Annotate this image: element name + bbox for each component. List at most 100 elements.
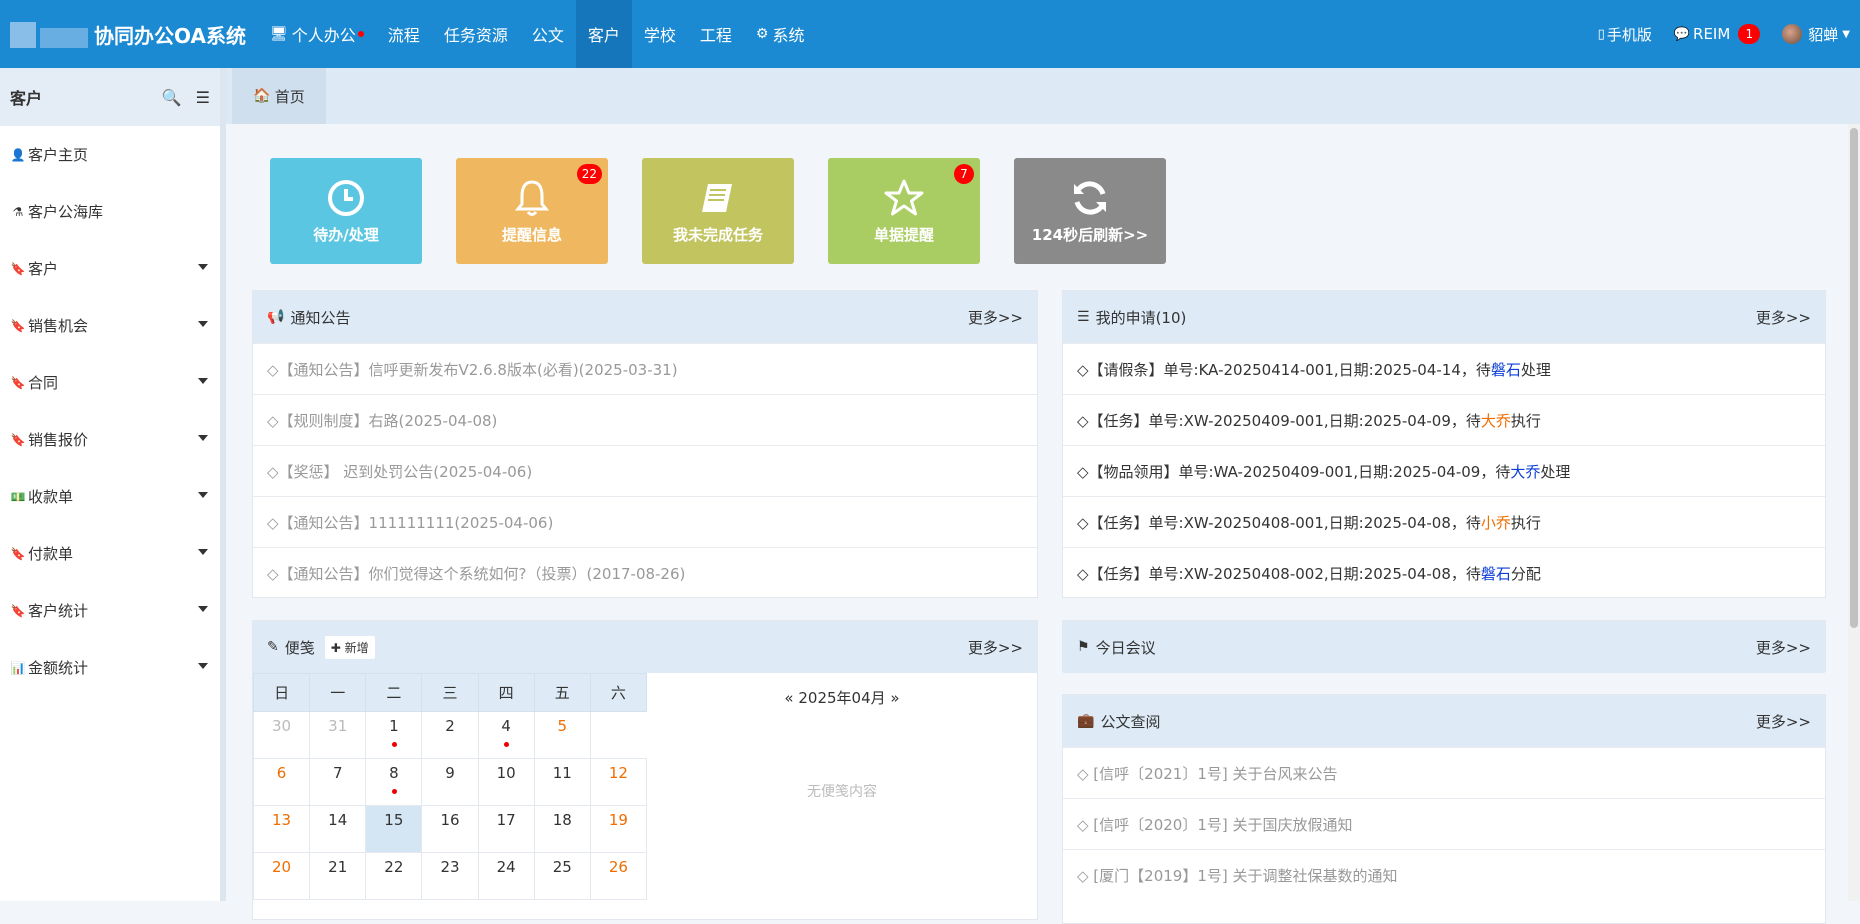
next-month-button[interactable]: »: [890, 689, 899, 707]
calendar-day[interactable]: 11: [533, 758, 591, 806]
sidebar-item-customer-pool[interactable]: ⚗ 客户公海库: [0, 183, 220, 240]
calendar-day[interactable]: 13: [252, 805, 311, 853]
sidebar-item-quotation[interactable]: 🔖 销售报价: [0, 411, 220, 468]
my-application-more-link[interactable]: 更多>>: [1756, 307, 1811, 328]
meeting-panel-header: ⚑ 今日会议 更多>>: [1063, 621, 1825, 673]
calendar-day-today[interactable]: 15: [365, 805, 423, 853]
calendar-day[interactable]: 12: [589, 758, 648, 806]
tab-home[interactable]: 🏠 首页: [232, 68, 326, 124]
calendar-day[interactable]: 4: [477, 711, 535, 759]
nav-item-system[interactable]: ⚙ 系统: [744, 0, 817, 68]
notice-item[interactable]: ◇【规则制度】右路(2025-04-08): [253, 394, 1037, 445]
main-nav: 🖥 个人办公 流程 任务资源 公文 客户 学校 工程 ⚙ 系统: [258, 0, 816, 68]
nav-item-task-resource[interactable]: 任务资源: [432, 0, 520, 68]
calendar-day[interactable]: 10: [477, 758, 535, 806]
notice-item[interactable]: ◇【奖惩】 迟到处罚公告(2025-04-06): [253, 445, 1037, 496]
sidebar-item-receipt[interactable]: 💵 收款单: [0, 468, 220, 525]
calendar-day[interactable]: 21: [309, 852, 367, 900]
calendar-day[interactable]: 22: [365, 852, 423, 900]
weekday-header: 五: [533, 673, 591, 712]
weekday-header: 二: [365, 673, 423, 712]
notice-panel: 📢 通知公告 更多>> ◇【通知公告】信呼更新发布V2.6.8版本(必看)(20…: [252, 290, 1038, 598]
calendar-day[interactable]: 2: [421, 711, 479, 759]
prev-month-button[interactable]: «: [784, 689, 793, 707]
nav-item-project[interactable]: 工程: [688, 0, 744, 68]
gear-icon: ⚙: [755, 26, 769, 42]
application-item[interactable]: ◇【任务】单号:XW-20250408-001,日期:2025-04-08，待小…: [1063, 496, 1825, 547]
refresh-icon: [1074, 180, 1106, 215]
caret-down-icon: [198, 663, 208, 669]
calendar-day[interactable]: 30: [252, 711, 311, 759]
application-item[interactable]: ◇【物品领用】单号:WA-20250409-001,日期:2025-04-09，…: [1063, 445, 1825, 496]
nav-item-personal[interactable]: 🖥 个人办公: [258, 0, 376, 68]
calendar-day[interactable]: 16: [421, 805, 479, 853]
sidebar-item-customer-home[interactable]: 👤 客户主页: [0, 126, 220, 183]
document-item[interactable]: ◇ [信呼〔2021〕1号] 关于台风来公告: [1063, 747, 1825, 798]
calendar-day[interactable]: 8: [365, 758, 423, 806]
sidebar: 客户 🔍 ☰ 👤 客户主页 ⚗ 客户公海库 🔖 客户 🔖 销售机会 🔖 合同 🔖 销售报价 …: [0, 68, 226, 901]
app-title: 协同办公OA系统: [94, 23, 246, 48]
mobile-version-link[interactable]: ▯ 手机版: [1598, 24, 1652, 45]
calendar-day[interactable]: 9: [421, 758, 479, 806]
tile-todo[interactable]: 待办/处理: [270, 158, 422, 264]
application-item[interactable]: ◇【任务】单号:XW-20250408-002,日期:2025-04-08，待磐…: [1063, 547, 1825, 598]
calendar-day[interactable]: 23: [421, 852, 479, 900]
document-item[interactable]: ◇ [厦门【2019】1号] 关于调整社保基数的通知: [1063, 849, 1825, 900]
nav-item-flow[interactable]: 流程: [376, 0, 432, 68]
add-memo-button[interactable]: ✚ 新增: [324, 635, 375, 659]
calendar-day[interactable]: 31: [309, 711, 367, 759]
meeting-panel: ⚑ 今日会议 更多>>: [1062, 620, 1826, 673]
notice-item[interactable]: ◇【通知公告】你们觉得这个系统如何?（投票）(2017-08-26): [253, 547, 1037, 598]
calendar-day[interactable]: 7: [309, 758, 367, 806]
calendar-day[interactable]: 20: [252, 852, 311, 900]
calendar-day[interactable]: 1: [365, 711, 423, 759]
book-icon: [702, 183, 732, 212]
calendar-day[interactable]: 5: [533, 711, 591, 759]
nav-item-document[interactable]: 公文: [520, 0, 576, 68]
calendar-day[interactable]: 14: [309, 805, 367, 853]
calendar-day[interactable]: 25: [533, 852, 591, 900]
tile-document-reminders[interactable]: 单据提醒 7: [828, 158, 980, 264]
application-item[interactable]: ◇【任务】单号:XW-20250409-001,日期:2025-04-09，待大…: [1063, 394, 1825, 445]
meeting-more-link[interactable]: 更多>>: [1756, 637, 1811, 658]
document-item[interactable]: ◇ [信呼〔2020〕1号] 关于国庆放假通知: [1063, 798, 1825, 849]
documents-more-link[interactable]: 更多>>: [1756, 711, 1811, 732]
calendar-day[interactable]: 19: [589, 805, 648, 853]
tile-unfinished-tasks[interactable]: 我未完成任务: [642, 158, 794, 264]
caret-down-icon: [198, 549, 208, 555]
notice-item[interactable]: ◇【通知公告】信呼更新发布V2.6.8版本(必看)(2025-03-31): [253, 343, 1037, 394]
bookmark-icon: 🔖: [10, 318, 26, 333]
memo-more-link[interactable]: 更多>>: [968, 637, 1023, 658]
nav-item-customer[interactable]: 客户: [575, 0, 632, 68]
flag-icon: ⚑: [1077, 639, 1090, 655]
weekday-header: 一: [309, 673, 367, 712]
sidebar-item-amount-stats[interactable]: 📊 金额统计: [0, 639, 220, 696]
calendar-day[interactable]: 17: [477, 805, 535, 853]
calendar-day[interactable]: 24: [477, 852, 535, 900]
calendar-day[interactable]: 6: [252, 758, 311, 806]
calendar-day[interactable]: 18: [533, 805, 591, 853]
sidebar-item-customer[interactable]: 🔖 客户: [0, 240, 220, 297]
notification-dot: [357, 31, 364, 37]
nav-item-school[interactable]: 学校: [632, 0, 688, 68]
menu-icon[interactable]: ☰: [196, 88, 210, 107]
tile-refresh[interactable]: 124秒后刷新>>: [1014, 158, 1166, 264]
user-menu[interactable]: 貂蝉 ▼: [1782, 24, 1850, 45]
sidebar-item-customer-stats[interactable]: 🔖 客户统计: [0, 582, 220, 639]
sidebar-item-contract[interactable]: 🔖 合同: [0, 354, 220, 411]
application-item[interactable]: ◇【请假条】单号:KA-20250414-001,日期:2025-04-14，待…: [1063, 343, 1825, 394]
search-icon[interactable]: 🔍: [162, 88, 182, 107]
sidebar-item-payment[interactable]: 🔖 付款单: [0, 525, 220, 582]
im-link[interactable]: 💬 REIM 1: [1674, 24, 1761, 44]
my-application-panel: ☰ 我的申请(10) 更多>> ◇【请假条】单号:KA-20250414-001…: [1062, 290, 1826, 598]
scrollbar-thumb[interactable]: [1850, 128, 1858, 628]
notice-item[interactable]: ◇【通知公告】111111111(2025-04-06): [253, 496, 1037, 547]
tile-reminders[interactable]: 提醒信息 22: [456, 158, 608, 264]
top-right-tools: ▯ 手机版 💬 REIM 1 貂蝉 ▼: [1576, 0, 1860, 68]
calendar-day[interactable]: 26: [589, 852, 648, 900]
brand[interactable]: 协同办公OA系统: [0, 0, 258, 68]
page-scrollbar[interactable]: [1848, 124, 1860, 901]
caret-down-icon: [198, 378, 208, 384]
sidebar-item-sales-opportunity[interactable]: 🔖 销售机会: [0, 297, 220, 354]
notice-more-link[interactable]: 更多>>: [968, 307, 1023, 328]
